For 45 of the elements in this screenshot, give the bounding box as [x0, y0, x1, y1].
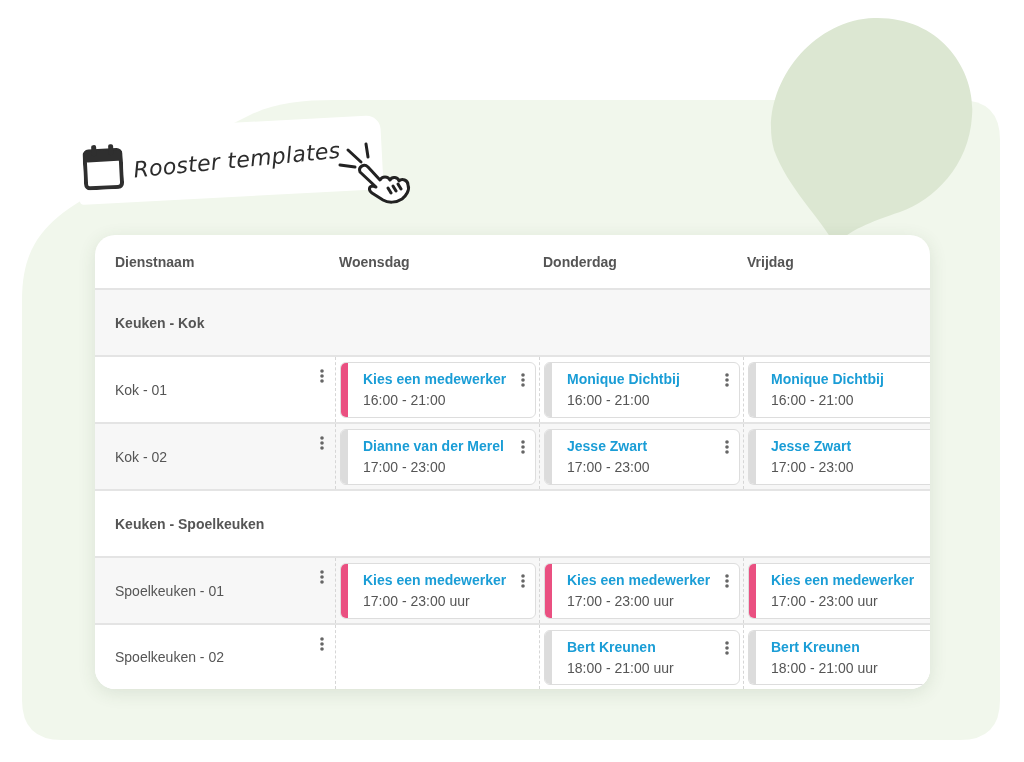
shift-time: 18:00 - 21:00 uur — [771, 659, 878, 678]
service-name: Spoelkeuken - 02 — [115, 649, 224, 665]
service-name: Kok - 02 — [115, 448, 168, 465]
more-options-icon[interactable] — [521, 574, 525, 588]
group-name: Keuken - Spoelkeuken — [115, 515, 265, 532]
shift-card[interactable]: Monique Dichtbij 16:00 - 21:00 — [544, 362, 740, 418]
shift-card[interactable]: Kies een medewerker 17:00 - 23:00 uur — [748, 563, 930, 619]
more-options-icon[interactable] — [725, 440, 729, 454]
shift-card[interactable]: Dianne van der Merel 17:00 - 23:00 — [340, 429, 536, 485]
more-options-icon[interactable] — [725, 641, 729, 655]
more-options-icon[interactable] — [320, 436, 324, 450]
column-header: Woensdag — [338, 253, 411, 270]
shift-card[interactable]: Bert Kreunen 18:00 - 21:00 uur — [748, 630, 930, 685]
more-options-icon[interactable] — [521, 373, 525, 387]
more-options-icon[interactable] — [320, 637, 324, 651]
shift-card[interactable]: Kies een medewerker 17:00 - 23:00 uur — [544, 563, 740, 619]
shift-card[interactable]: Jesse Zwart 17:00 - 23:00 — [748, 429, 930, 485]
shift-card[interactable]: Kies een medewerker 16:00 - 21:00 — [340, 362, 536, 418]
service-name: Kok - 01 — [115, 381, 168, 398]
shift-time: 17:00 - 23:00 uur — [363, 592, 470, 611]
more-options-icon[interactable] — [725, 373, 729, 387]
column-header: Dienstnaam — [114, 253, 196, 270]
shift-time: 17:00 - 23:00 uur — [567, 592, 674, 611]
more-options-icon[interactable] — [320, 369, 324, 383]
shift-card[interactable]: Bert Kreunen 18:00 - 21:00 uur — [544, 630, 740, 685]
shift-card[interactable]: Kies een medewerker 17:00 - 23:00 uur — [340, 563, 536, 619]
shift-time: 16:00 - 21:00 — [363, 391, 446, 410]
service-name: Spoelkeuken - 01 — [115, 582, 224, 599]
more-options-icon[interactable] — [521, 440, 525, 454]
column-header: Vrijdag — [746, 253, 795, 270]
shift-time: 17:00 - 23:00 — [771, 458, 854, 477]
more-options-icon[interactable] — [320, 570, 324, 584]
shift-card[interactable]: Jesse Zwart 17:00 - 23:00 — [544, 429, 740, 485]
shift-time: 17:00 - 23:00 — [363, 458, 446, 477]
column-header: Donderdag — [542, 253, 618, 270]
shift-time: 16:00 - 21:00 — [567, 391, 650, 410]
shift-time: 16:00 - 21:00 — [771, 391, 854, 410]
shift-time: 17:00 - 23:00 uur — [771, 592, 878, 611]
shift-time: 18:00 - 21:00 uur — [567, 659, 674, 678]
page-title: Rooster templates — [132, 137, 342, 183]
more-options-icon[interactable] — [725, 574, 729, 588]
calendar-icon — [82, 142, 125, 191]
shift-time: 17:00 - 23:00 — [567, 458, 650, 477]
group-name: Keuken - Kok — [115, 314, 205, 331]
shift-card[interactable]: Monique Dichtbij 16:00 - 21:00 — [748, 362, 930, 418]
